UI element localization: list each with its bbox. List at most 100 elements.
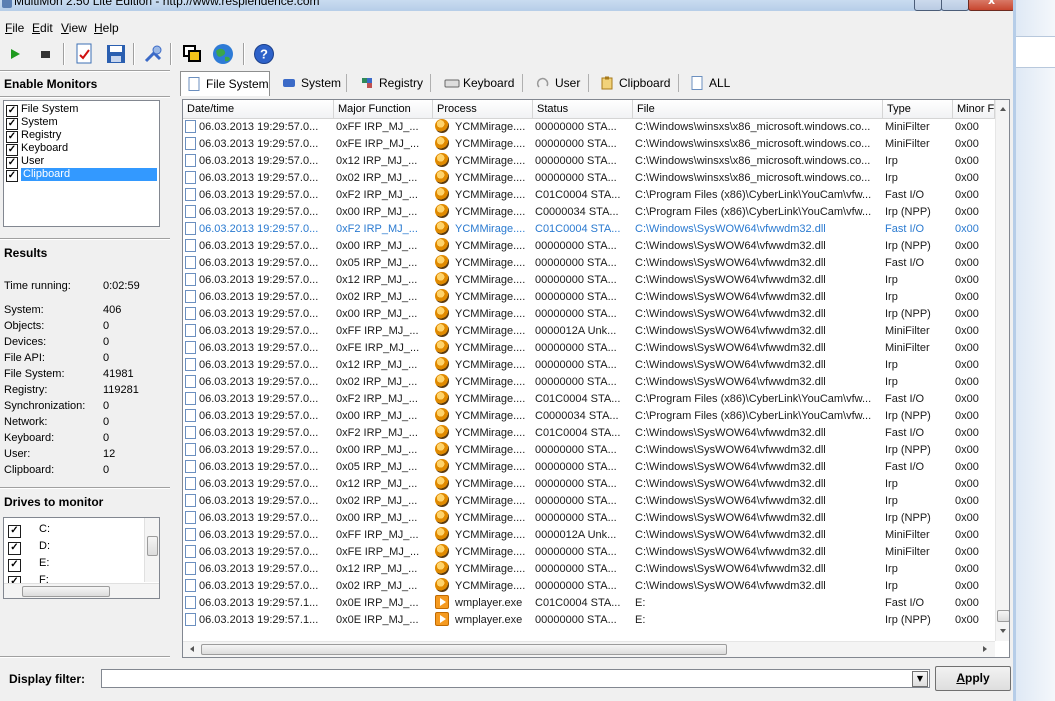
tab-all[interactable]: ALL (684, 72, 730, 94)
table-row[interactable]: 06.03.2013 19:29:57.0... 0xF2 IRP_MJ_... Y… (183, 391, 995, 408)
minimize-button[interactable] (914, 0, 942, 11)
play-icon[interactable] (3, 42, 27, 66)
table-row[interactable]: 06.03.2013 19:29:57.0... 0xFE IRP_MJ_... Y… (183, 136, 995, 153)
cell-st: 00000000 STA... (533, 561, 633, 578)
scroll-down-icon[interactable] (996, 624, 1010, 638)
table-row[interactable]: 06.03.2013 19:29:57.0... 0x00 IRP_MJ_... Y… (183, 306, 995, 323)
close-button[interactable]: x (968, 0, 1015, 11)
checkbox[interactable]: ✓ (8, 559, 21, 572)
cell-proc: YCMMirage.... (433, 187, 533, 204)
table-row[interactable]: 06.03.2013 19:29:57.0... 0x02 IRP_MJ_... Y… (183, 493, 995, 510)
drives-vertical-scrollbar[interactable] (144, 518, 159, 582)
drive-c[interactable]: ✓ C: (8, 523, 50, 539)
chevron-down-icon[interactable]: ▼ (912, 671, 928, 687)
cell-file: C:\Windows\SysWOW64\vfwwdm32.dll (633, 527, 883, 544)
menu-file[interactable]: File (5, 21, 24, 35)
table-row[interactable]: 06.03.2013 19:29:57.0... 0x00 IRP_MJ_... Y… (183, 510, 995, 527)
table-row[interactable]: 06.03.2013 19:29:57.0... 0x02 IRP_MJ_... Y… (183, 170, 995, 187)
filter-icon[interactable] (141, 42, 165, 66)
monitor-system[interactable]: ✓ System (6, 116, 158, 130)
checkbox[interactable]: ✓ (8, 525, 21, 538)
menu-help[interactable]: Help (94, 21, 119, 35)
table-row[interactable]: 06.03.2013 19:29:57.0... 0xF2 IRP_MJ_... Y… (183, 221, 995, 238)
tab-user[interactable]: User (530, 72, 580, 94)
save-icon[interactable] (104, 42, 128, 66)
globe-icon[interactable] (211, 42, 235, 66)
tab-clipboard[interactable]: Clipboard (594, 72, 670, 94)
table-row[interactable]: 06.03.2013 19:29:57.0... 0x12 IRP_MJ_... Y… (183, 153, 995, 170)
table-row[interactable]: 06.03.2013 19:29:57.0... 0xFF IRP_MJ_... Y… (183, 119, 995, 136)
column-header-datetime[interactable]: Date/time (183, 100, 334, 118)
drive-d[interactable]: ✓ D: (8, 540, 50, 556)
display-filter-input[interactable] (101, 669, 930, 688)
drives-horizontal-scrollbar[interactable] (4, 583, 159, 598)
tab-keyboard[interactable]: Keyboard (438, 72, 514, 94)
grid-horizontal-scrollbar[interactable] (183, 641, 995, 657)
column-header-minor-function[interactable]: Minor F (953, 100, 995, 118)
table-row[interactable]: 06.03.2013 19:29:57.0... 0xFE IRP_MJ_... Y… (183, 340, 995, 357)
scroll-up-icon[interactable] (996, 102, 1010, 116)
table-row[interactable]: 06.03.2013 19:29:57.0... 0xF2 IRP_MJ_... Y… (183, 425, 995, 442)
monitor-file-system[interactable]: ✓ File System (6, 103, 158, 117)
table-row[interactable]: 06.03.2013 19:29:57.0... 0x00 IRP_MJ_... Y… (183, 442, 995, 459)
column-header-process[interactable]: Process (433, 100, 533, 118)
tab-registry[interactable]: Registry (354, 72, 423, 94)
windows-icon[interactable] (180, 42, 204, 66)
tab-file-system[interactable]: File System (180, 71, 270, 96)
monitor-registry[interactable]: ✓ Registry (6, 129, 158, 143)
result-row: Network: 0 (4, 416, 154, 430)
report-icon[interactable] (72, 42, 96, 66)
monitor-keyboard[interactable]: ✓ Keyboard (6, 142, 158, 156)
table-row[interactable]: 06.03.2013 19:29:57.0... 0x02 IRP_MJ_... Y… (183, 289, 995, 306)
help-icon[interactable]: ? (252, 42, 276, 66)
cell-dt: 06.03.2013 19:29:57.0... (183, 323, 334, 340)
table-row[interactable]: 06.03.2013 19:29:57.0... 0x02 IRP_MJ_... Y… (183, 578, 995, 595)
table-row[interactable]: 06.03.2013 19:29:57.0... 0x05 IRP_MJ_... Y… (183, 255, 995, 272)
monitor-list: ✓ File System ✓ System ✓ Registry ✓ Keyboard… (3, 100, 160, 227)
stop-icon[interactable] (33, 42, 57, 66)
table-row[interactable]: 06.03.2013 19:29:57.0... 0xFE IRP_MJ_... Y… (183, 544, 995, 561)
cell-dt: 06.03.2013 19:29:57.0... (183, 527, 334, 544)
table-row[interactable]: 06.03.2013 19:29:57.0... 0xFF IRP_MJ_... Y… (183, 527, 995, 544)
checkbox[interactable]: ✓ (6, 170, 18, 182)
table-row[interactable]: 06.03.2013 19:29:57.0... 0xFF IRP_MJ_... Y… (183, 323, 995, 340)
table-row[interactable]: 06.03.2013 19:29:57.0... 0x00 IRP_MJ_... Y… (183, 238, 995, 255)
table-row[interactable]: 06.03.2013 19:29:57.0... 0x12 IRP_MJ_... Y… (183, 272, 995, 289)
drive-e[interactable]: ✓ E: (8, 557, 49, 573)
grid-vertical-scrollbar[interactable] (995, 100, 1010, 641)
table-row[interactable]: 06.03.2013 19:29:57.0... 0x12 IRP_MJ_... Y… (183, 476, 995, 493)
table-row[interactable]: 06.03.2013 19:29:57.1... 0x0E IRP_MJ_... w… (183, 612, 995, 629)
cell-text: 00000000 STA... (535, 274, 617, 286)
cell-st: 00000000 STA... (533, 255, 633, 272)
table-row[interactable]: 06.03.2013 19:29:57.1... 0x0E IRP_MJ_... w… (183, 595, 995, 612)
apply-button[interactable]: Apply (935, 666, 1011, 691)
table-row[interactable]: 06.03.2013 19:29:57.0... 0x00 IRP_MJ_... Y… (183, 204, 995, 221)
table-row[interactable]: 06.03.2013 19:29:57.0... 0x00 IRP_MJ_... Y… (183, 408, 995, 425)
cell-text: 0x02 IRP_MJ_... (336, 172, 418, 184)
result-row: System: 406 (4, 304, 154, 318)
maximize-button[interactable] (941, 0, 969, 11)
scroll-right-icon[interactable] (978, 642, 992, 656)
table-row[interactable]: 06.03.2013 19:29:57.0... 0x05 IRP_MJ_... Y… (183, 459, 995, 476)
column-header-status[interactable]: Status (533, 100, 633, 118)
menu-view[interactable]: View (61, 21, 87, 35)
table-row[interactable]: 06.03.2013 19:29:57.0... 0x02 IRP_MJ_... Y… (183, 374, 995, 391)
table-row[interactable]: 06.03.2013 19:29:57.0... 0x12 IRP_MJ_... Y… (183, 357, 995, 374)
cell-proc: YCMMirage.... (433, 459, 533, 476)
table-row[interactable]: 06.03.2013 19:29:57.0... 0x12 IRP_MJ_... Y… (183, 561, 995, 578)
cell-minor: 0x00 (953, 510, 995, 527)
tab-system[interactable]: System (276, 72, 341, 94)
youcam-icon (435, 493, 449, 507)
column-header-file[interactable]: File (633, 100, 883, 118)
scroll-left-icon[interactable] (185, 642, 199, 656)
cell-text: 0x0E IRP_MJ_... (336, 614, 419, 626)
column-header-major-function[interactable]: Major Function (334, 100, 433, 118)
column-header-type[interactable]: Type (883, 100, 953, 118)
table-row[interactable]: 06.03.2013 19:29:57.0... 0xF2 IRP_MJ_... Y… (183, 187, 995, 204)
menu-edit[interactable]: Edit (32, 21, 53, 35)
cell-text: 0xF2 IRP_MJ_... (336, 223, 418, 235)
checkbox[interactable]: ✓ (8, 542, 21, 555)
youcam-icon (435, 170, 449, 184)
monitor-user[interactable]: ✓ User (6, 155, 158, 169)
monitor-clipboard[interactable]: ✓ Clipboard (6, 168, 158, 182)
